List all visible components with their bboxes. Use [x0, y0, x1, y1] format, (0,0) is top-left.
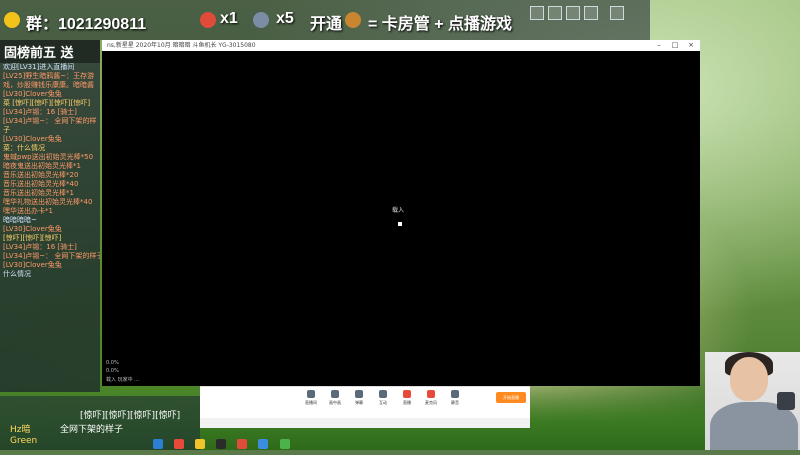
app-icon-3[interactable] — [195, 439, 206, 449]
window-title: ns,新星星 2020年10月 暗暗暗 斗鱼机长 YG-3015080 — [107, 42, 256, 49]
loading-spinner — [398, 222, 402, 226]
chat-line: 音乐送出初始灵光棒*20 — [3, 171, 79, 179]
window-icon-3[interactable] — [566, 6, 580, 20]
chat-line: 菜：什么情况 — [3, 144, 45, 152]
chat-line: [LV34]卢锡~： 全网下架的样 — [3, 117, 97, 125]
app-icon-5[interactable] — [237, 439, 248, 449]
app-icon-1[interactable] — [153, 439, 163, 449]
chat-line: 菜 [惊吓][惊吓][惊吓][惊吓] — [3, 99, 91, 107]
close-icon[interactable] — [610, 6, 624, 20]
chat-line: [LV34]卢锡：16 [骑士] — [3, 243, 77, 251]
rocket-count: x1 — [220, 10, 238, 27]
webcam-view — [705, 352, 800, 450]
chat-panel: 固榜前五 送 欢迎[LV31]进入直播间 [LV25]野生暗鸦酱~：王存游 戏，炒股… — [0, 40, 100, 392]
plane-icon — [4, 12, 20, 28]
chat-header: 固榜前五 送 — [0, 40, 100, 63]
window-icon-2[interactable] — [548, 6, 562, 20]
toolbar-item-2[interactable]: 画中画 — [324, 390, 346, 406]
app-icon-6[interactable] — [258, 439, 269, 449]
bottom-chat-name: Hz暗 — [10, 425, 31, 435]
chat-line: [LV30]Clover兔兔 — [3, 261, 62, 269]
chat-line: 暗暗暗暗~ — [3, 216, 37, 224]
app-icon-2[interactable] — [174, 439, 185, 449]
chat-line: 欢迎[LV31]进入直播间 — [3, 63, 75, 71]
chat-line: 戏，炒股赚钱乐康康。暗暗酱 — [3, 81, 94, 89]
danmaku-icon — [355, 390, 363, 398]
chat-list: 欢迎[LV31]进入直播间 [LV25]野生暗鸦酱~：王存游 戏，炒股赚钱乐康康。暗… — [0, 63, 100, 279]
game-window[interactable]: ns,新星星 2020年10月 暗暗暗 斗鱼机长 YG-3015080 – □ … — [102, 40, 700, 386]
streamer-face — [730, 357, 768, 401]
chat-line: [LV30]Clover兔兔 — [3, 90, 62, 98]
bottom-chat-line2: 全网下架的样子 — [60, 425, 124, 435]
live-icon — [403, 390, 411, 398]
chat-line: 音乐送出初始灵光棒*1 — [3, 189, 74, 197]
microphone-icon — [777, 392, 795, 410]
bottom-chat-name-2: Green — [10, 436, 38, 446]
rocket-icon — [200, 12, 216, 28]
stream-toolbar: 直播间 画中画 弹幕 互动 直播 麦克风 静音 开始直播 — [200, 386, 530, 419]
chat-line: 嘿华礼物送出初始灵光棒*40 — [3, 198, 93, 206]
group-number: 群：1021290811 — [26, 16, 147, 33]
status-line-2: 0.0% — [106, 368, 119, 374]
minimize-icon[interactable]: – — [652, 40, 666, 51]
toolbar-item-1[interactable]: 直播间 — [300, 390, 322, 406]
airplane-icon — [253, 12, 269, 28]
chat-line: [LV30]Clover兔兔 — [3, 225, 62, 233]
bottom-chat-line1: [惊吓][惊吓][惊吓][惊吓] — [80, 411, 181, 421]
stream-banner: 群：1021290811 x1 x5 开通 = 卡房管 + 点播游戏 — [0, 0, 650, 40]
app-icon-4[interactable] — [216, 439, 227, 449]
taskbar-icons — [150, 436, 300, 450]
status-line-3: 载入 玩家中 ... — [106, 377, 139, 383]
mic-icon — [427, 390, 435, 398]
windows-taskbar — [200, 418, 530, 428]
app-icon-7[interactable] — [279, 439, 290, 449]
loading-label: 载入 — [392, 207, 405, 214]
chat-line: [LV34]卢锡~： 全网下架的样子 — [3, 252, 100, 260]
status-line-1: 0.0% — [106, 360, 119, 366]
plane-count: x5 — [276, 10, 294, 27]
window-icon-4[interactable] — [584, 6, 598, 20]
window-icon-1[interactable] — [530, 6, 544, 20]
toolbar-item-4[interactable]: 互动 — [372, 390, 394, 406]
chat-line: [LV30]Clover兔兔 — [3, 135, 62, 143]
toolbar-item-3[interactable]: 弹幕 — [348, 390, 370, 406]
chat-line: [惊吓][惊吓][惊吓] — [3, 234, 62, 242]
room-icon — [307, 390, 315, 398]
shield-icon — [345, 12, 361, 28]
toolbar-item-7[interactable]: 静音 — [444, 390, 466, 406]
chat-line: [LV34]卢锡：16 [骑士] — [3, 108, 77, 116]
window-close-icon[interactable]: × — [684, 40, 698, 51]
chat-line: 音乐送出初始灵光棒*40 — [3, 180, 79, 188]
equals-label: = 卡房管 + 点播游戏 — [368, 16, 513, 33]
chat-line: 暗夜鬼送出初始灵光棒*1 — [3, 162, 81, 170]
mute-icon — [451, 390, 459, 398]
maximize-icon[interactable]: □ — [668, 40, 682, 51]
start-live-button[interactable]: 开始直播 — [496, 392, 526, 403]
chat-line: 嘿华送出办卡*1 — [3, 207, 53, 215]
chat-line: [LV25]野生暗鸦酱~：王存游 — [3, 72, 95, 80]
toolbar-item-5[interactable]: 直播 — [396, 390, 418, 406]
toolbar-item-6[interactable]: 麦克风 — [420, 390, 442, 406]
chat-line: 鬼蜮pwp送出初始灵光棒*50 — [3, 153, 94, 161]
window-titlebar: ns,新星星 2020年10月 暗暗暗 斗鱼机长 YG-3015080 – □ … — [102, 40, 700, 51]
pip-icon — [331, 390, 339, 398]
chat-line: 子 — [3, 126, 10, 134]
open-label: 开通 — [310, 16, 343, 33]
interact-icon — [379, 390, 387, 398]
chat-line: 什么情况 — [3, 270, 31, 278]
